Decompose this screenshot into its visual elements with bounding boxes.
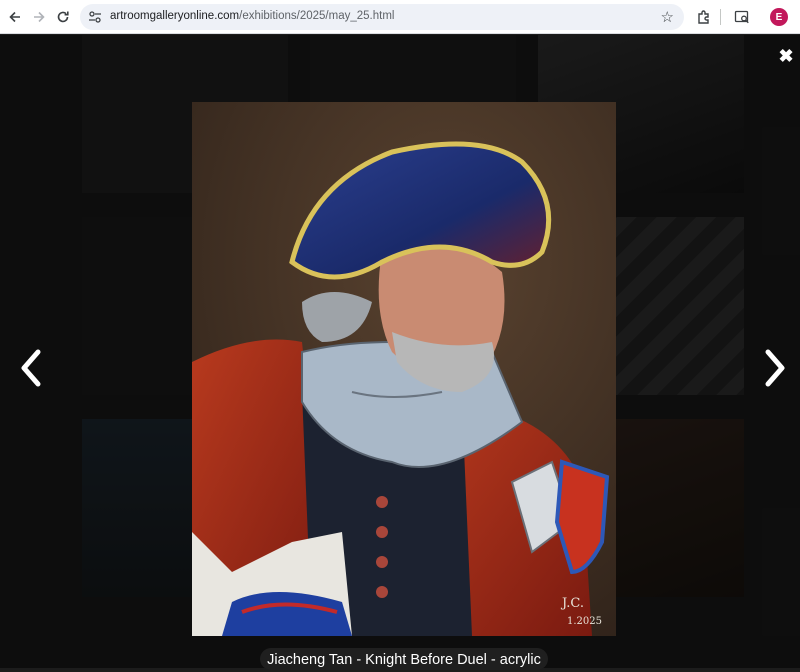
address-bar[interactable]: artroomgalleryonline.com/exhibitions/202… (80, 4, 684, 30)
search-tab-icon[interactable] (732, 7, 752, 27)
back-arrow-icon[interactable] (4, 6, 26, 28)
extensions-icon[interactable] (694, 7, 714, 27)
forward-arrow-icon[interactable] (28, 6, 50, 28)
toolbar-divider (720, 9, 721, 25)
site-settings-icon[interactable] (88, 10, 102, 24)
signature-initials: J.C. (560, 596, 584, 611)
signature-date: 1.2025 (567, 616, 602, 627)
star-icon[interactable]: ☆ (661, 8, 674, 26)
chevron-left-icon[interactable] (14, 346, 48, 390)
chevron-right-icon[interactable] (758, 346, 792, 390)
avatar[interactable]: E (770, 8, 788, 26)
artwork-image: J.C. 1.2025 (192, 102, 616, 636)
reload-icon[interactable] (52, 6, 74, 28)
url-text: artroomgalleryonline.com/exhibitions/202… (110, 10, 395, 22)
browser-toolbar: artroomgalleryonline.com/exhibitions/202… (0, 0, 800, 34)
close-icon[interactable]: ✖ (776, 46, 796, 66)
artwork-caption: Jiacheng Tan - Knight Before Duel - acry… (260, 648, 548, 670)
